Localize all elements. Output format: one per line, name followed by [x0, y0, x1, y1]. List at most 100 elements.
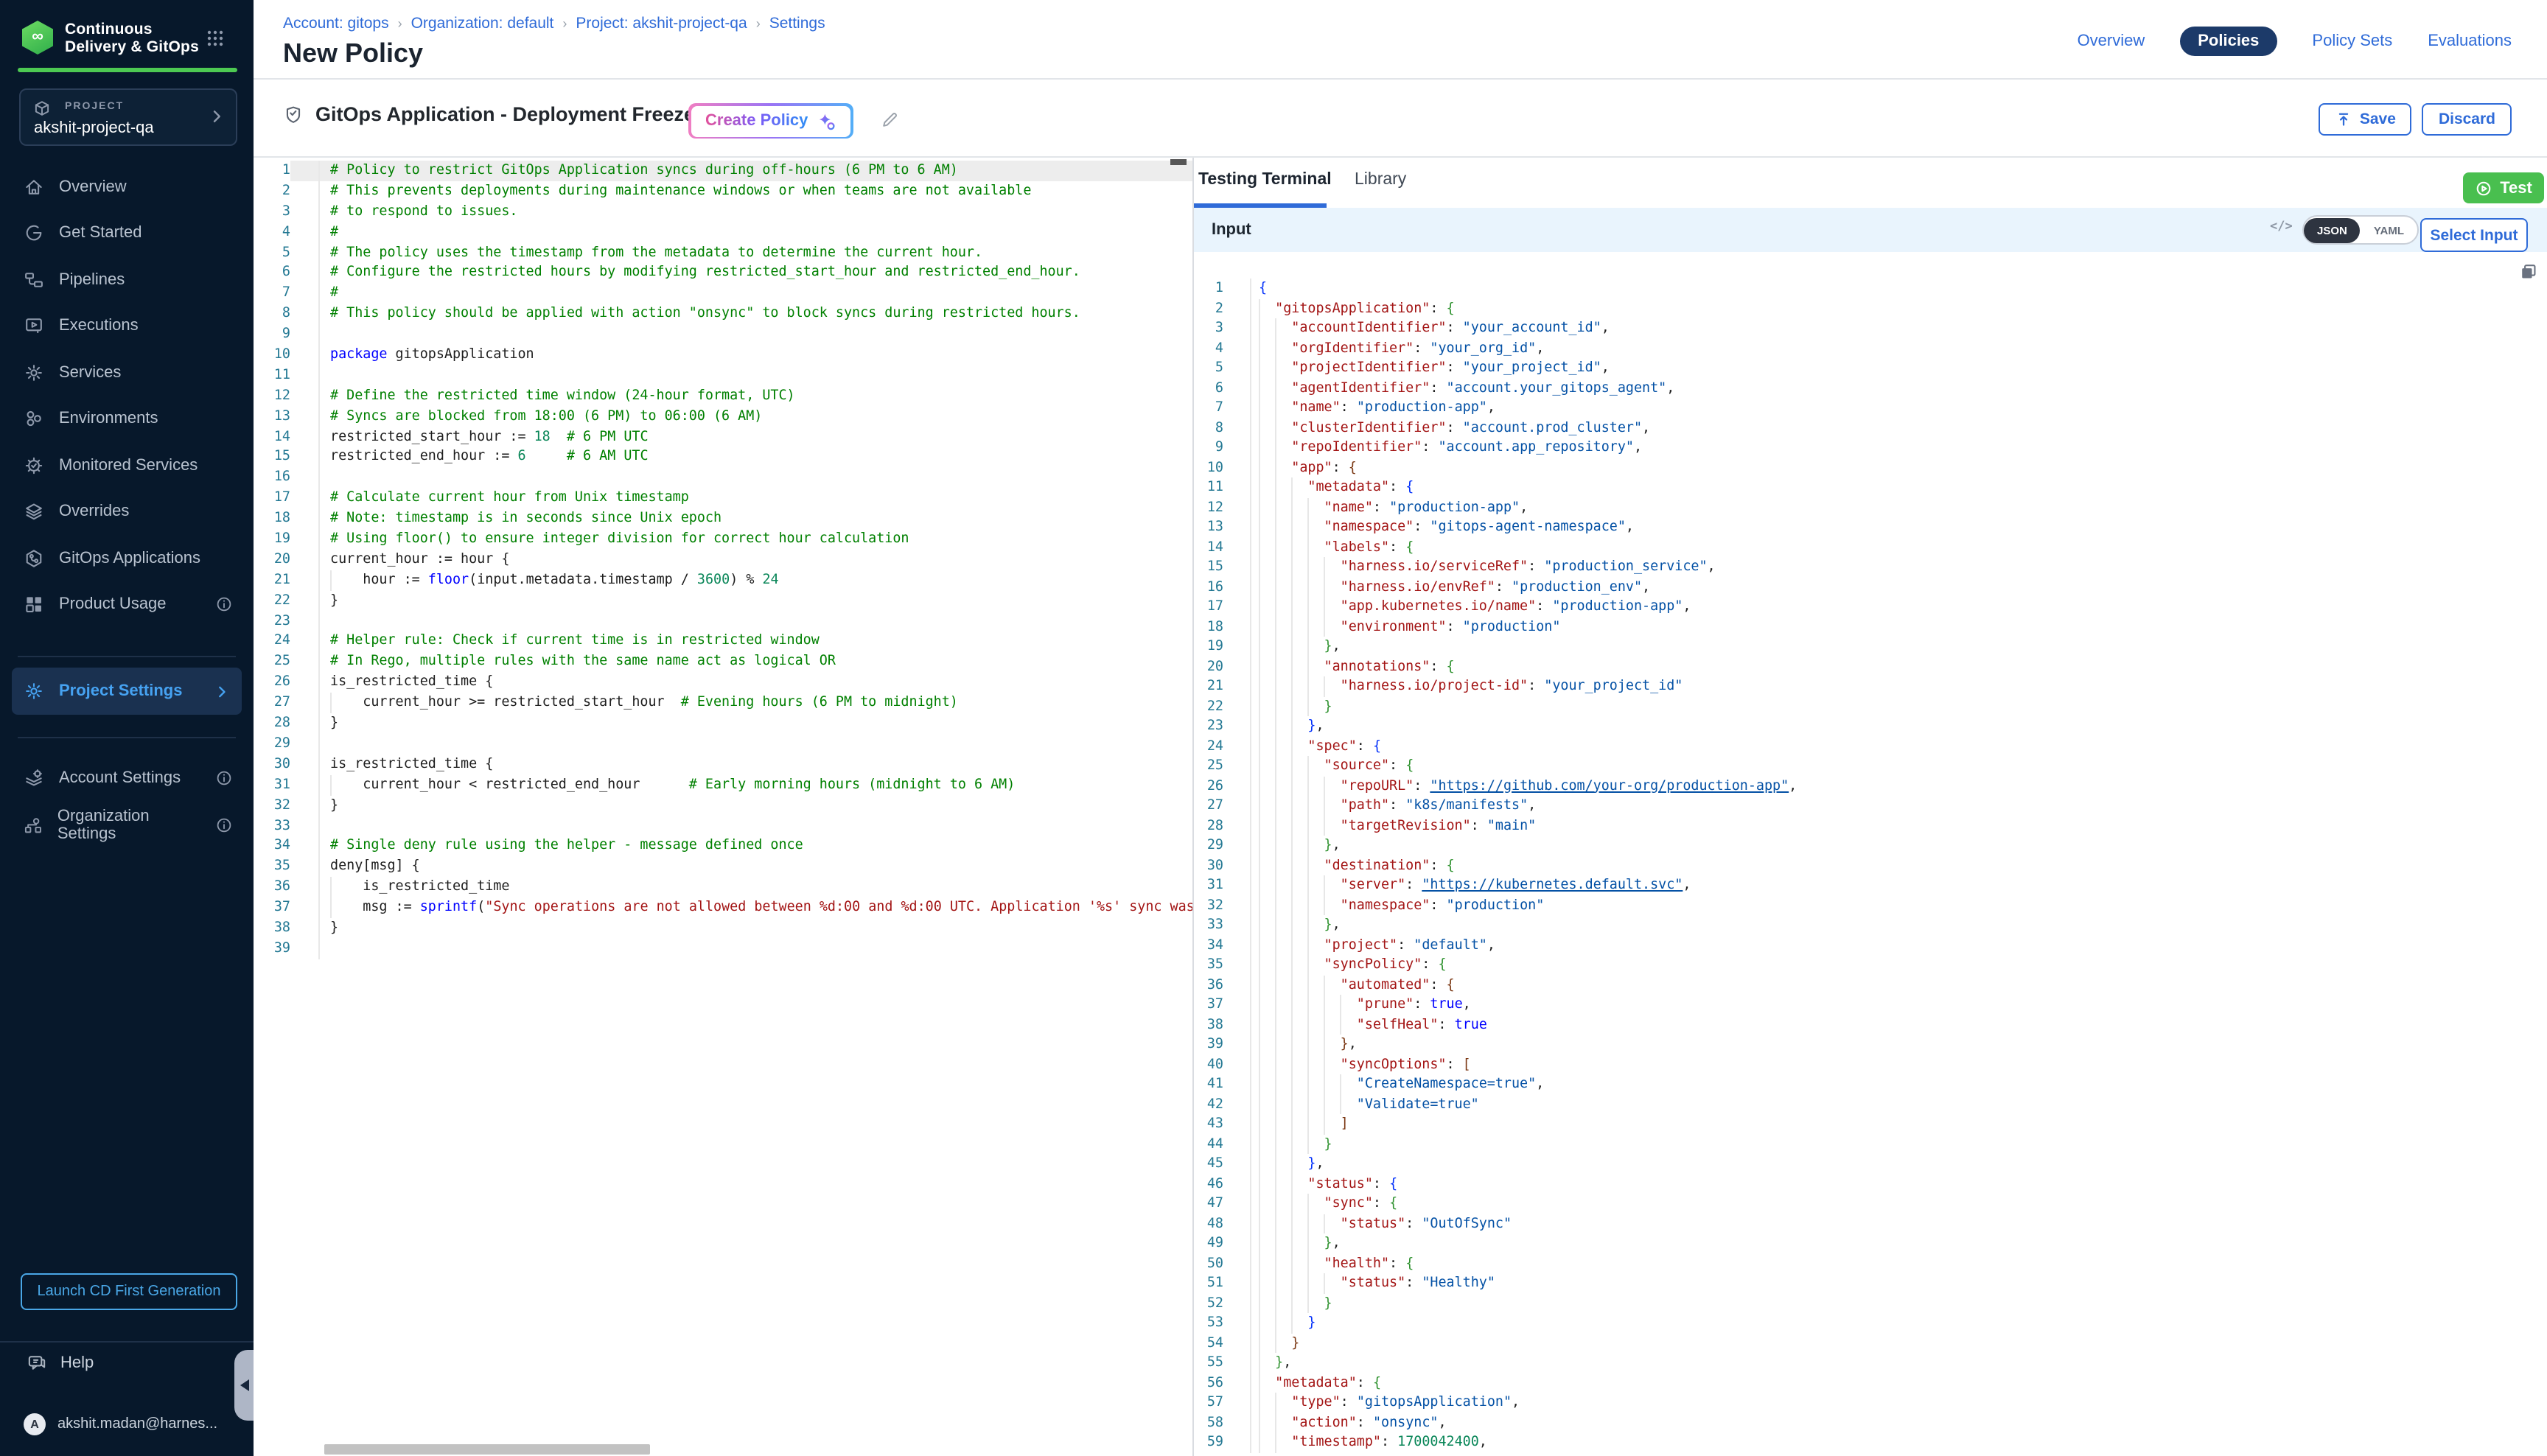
line-number: 25: [254, 652, 290, 673]
code-line: 35"syncPolicy": {: [1194, 955, 2547, 975]
code-icon[interactable]: </>: [2270, 220, 2293, 234]
line-number: 42: [1194, 1094, 1223, 1114]
line-number: 13: [254, 406, 290, 427]
line-number: 4: [1194, 338, 1223, 358]
tab-policies[interactable]: Policies: [2180, 27, 2277, 56]
sidebar-item-product-usage[interactable]: Product Usage: [0, 581, 254, 628]
input-label: Input: [1212, 221, 1251, 239]
vertical-scrollbar[interactable]: [1170, 159, 1187, 165]
line-number: 3: [254, 202, 290, 223]
input-json-lines[interactable]: 1{2"gitopsApplication": {3"accountIdenti…: [1194, 279, 2547, 1452]
code-line: 45},: [1194, 1154, 2547, 1174]
breadcrumb-account[interactable]: Account: gitops: [283, 15, 389, 32]
line-number: 18: [254, 508, 290, 529]
user-menu[interactable]: A akshit.madan@harnes...: [24, 1413, 217, 1435]
line-number: 40: [1194, 1054, 1223, 1074]
line-number: 27: [1194, 796, 1223, 816]
code-line: 34"project": "default",: [1194, 935, 2547, 955]
environments-icon: [24, 409, 44, 430]
code-line: 23: [254, 611, 1192, 631]
info-icon[interactable]: [215, 769, 233, 787]
info-icon[interactable]: [215, 816, 233, 834]
page-title: New Policy: [283, 38, 423, 69]
code-line: 9"repoIdentifier": "account.app_reposito…: [1194, 438, 2547, 458]
tab-library[interactable]: Library: [1355, 171, 1406, 189]
tab-testing-terminal[interactable]: Testing Terminal: [1198, 171, 1332, 189]
breadcrumb-organization[interactable]: Organization: default: [411, 15, 554, 32]
line-number: 54: [1194, 1333, 1223, 1353]
sidebar-item-executions[interactable]: Executions: [0, 303, 254, 349]
sidebar-item-gitops-applications[interactable]: GitOps Applications: [0, 535, 254, 581]
line-number: 15: [1194, 557, 1223, 577]
help-button[interactable]: Help: [27, 1353, 94, 1373]
line-number: 37: [254, 897, 290, 918]
gear-icon: [24, 681, 44, 701]
tab-evaluations[interactable]: Evaluations: [2428, 32, 2512, 50]
discard-button[interactable]: Discard: [2422, 103, 2512, 136]
code-line: 25# In Rego, multiple rules with the sam…: [254, 652, 1192, 673]
policy-code-editor[interactable]: 1# Policy to restrict GitOps Application…: [254, 158, 1192, 1456]
sidebar-item-get-started[interactable]: Get Started: [0, 210, 254, 256]
horizontal-scrollbar[interactable]: [324, 1444, 650, 1455]
edit-pencil-icon[interactable]: [880, 111, 899, 130]
monitored-services-icon: [24, 455, 44, 476]
toggle-yaml[interactable]: YAML: [2361, 217, 2417, 242]
code-line: 14restricted_start_hour := 18 # 6 PM UTC: [254, 427, 1192, 447]
line-number: 46: [1194, 1174, 1223, 1194]
home-icon: [24, 177, 44, 197]
line-number: 12: [1194, 497, 1223, 517]
sidebar-collapse-handle[interactable]: [234, 1350, 254, 1421]
policy-code-lines: 1# Policy to restrict GitOps Application…: [254, 161, 1192, 959]
sidebar-item-environments[interactable]: Environments: [0, 396, 254, 442]
code-line: 27"path": "k8s/manifests",: [1194, 796, 2547, 816]
line-number: 48: [1194, 1214, 1223, 1233]
app-switcher-icon[interactable]: [206, 29, 224, 47]
code-line: 53}: [1194, 1313, 2547, 1333]
code-line: 35deny[msg] {: [254, 857, 1192, 878]
chevron-separator: ›: [756, 16, 761, 31]
code-line: 32}: [254, 795, 1192, 816]
save-button[interactable]: Save: [2319, 103, 2412, 136]
code-line: 51"status": "Healthy": [1194, 1273, 2547, 1293]
code-line: 37"prune": true,: [1194, 995, 2547, 1015]
tab-overview[interactable]: Overview: [2078, 32, 2145, 50]
code-line: 6"agentIdentifier": "account.your_gitops…: [1194, 378, 2547, 398]
sidebar-item-overrides[interactable]: Overrides: [0, 489, 254, 535]
breadcrumb-settings[interactable]: Settings: [769, 15, 825, 32]
project-selector[interactable]: PROJECT akshit-project-qa: [19, 88, 237, 146]
toggle-json[interactable]: JSON: [2304, 217, 2361, 242]
line-number: 31: [254, 774, 290, 795]
breadcrumb-project[interactable]: Project: akshit-project-qa: [576, 15, 747, 32]
app: ∞ Continuous Delivery & GitOps PROJECT a…: [0, 0, 2547, 1456]
code-line: 20current_hour := hour {: [254, 550, 1192, 570]
code-line: 2# This prevents deployments during main…: [254, 181, 1192, 202]
sidebar-item-pipelines[interactable]: Pipelines: [0, 256, 254, 303]
create-policy-button[interactable]: Create Policy: [688, 103, 853, 139]
chevron-separator: ›: [562, 16, 567, 31]
code-line: 18# Note: timestamp is in seconds since …: [254, 508, 1192, 529]
code-line: 15"harness.io/serviceRef": "production_s…: [1194, 557, 2547, 577]
line-number: 28: [1194, 816, 1223, 836]
sidebar-item-overview[interactable]: Overview: [0, 164, 254, 210]
user-email: akshit.madan@harnes...: [57, 1416, 217, 1432]
sidebar-item-services[interactable]: Services: [0, 349, 254, 396]
sidebar-item-monitored-services[interactable]: Monitored Services: [0, 442, 254, 489]
sidebar-item-account-settings[interactable]: Account Settings: [0, 762, 254, 794]
code-line: 16: [254, 468, 1192, 489]
select-input-button[interactable]: Select Input: [2420, 218, 2528, 252]
sidebar-item-organization-settings[interactable]: Organization Settings: [0, 809, 254, 841]
code-line: 42"Validate=true": [1194, 1094, 2547, 1114]
info-icon[interactable]: [215, 596, 233, 614]
line-number: 27: [254, 693, 290, 713]
launch-cd-first-gen-button[interactable]: Launch CD First Generation: [21, 1273, 237, 1310]
test-button[interactable]: Test: [2463, 172, 2544, 203]
sidebar-item-project-settings[interactable]: Project Settings: [12, 668, 242, 715]
tab-policy-sets[interactable]: Policy Sets: [2312, 32, 2392, 50]
policy-nav: Overview Policies Policy Sets Evaluation…: [2078, 27, 2512, 56]
format-toggle[interactable]: JSON YAML: [2302, 215, 2419, 245]
project-label: PROJECT: [65, 102, 124, 112]
line-number: 14: [1194, 537, 1223, 557]
line-number: 10: [1194, 458, 1223, 477]
code-line: 13# Syncs are blocked from 18:00 (6 PM) …: [254, 406, 1192, 427]
chevron-right-icon: [208, 108, 226, 125]
